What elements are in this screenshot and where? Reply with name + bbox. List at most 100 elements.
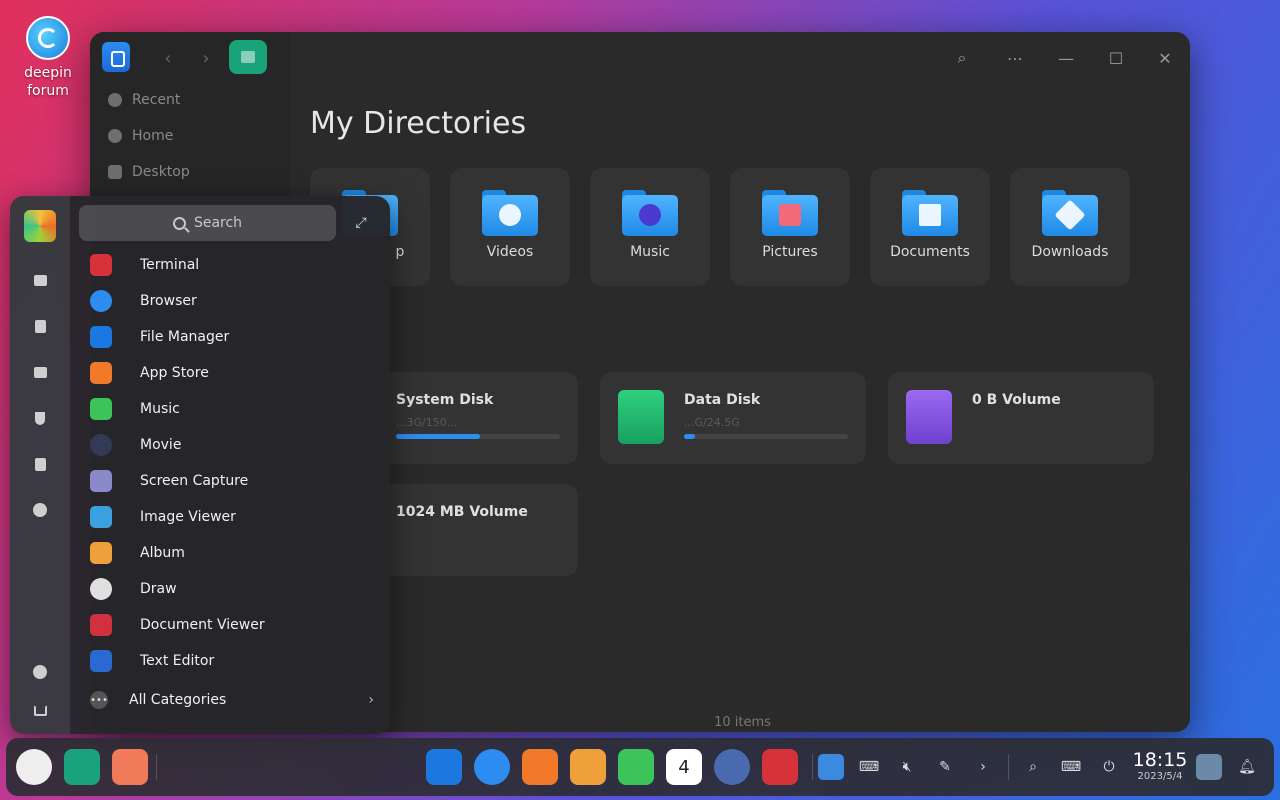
dock-separator	[1008, 754, 1009, 780]
launcher-app-document-viewer[interactable]: Document Viewer	[90, 608, 380, 642]
sidebar-item-recent[interactable]: Recent	[108, 90, 180, 110]
dock-separator	[156, 754, 157, 780]
sidebar-item-label: Recent	[132, 92, 181, 108]
dock-power-icon[interactable]: ⏻	[1096, 754, 1122, 780]
music-folder-icon	[622, 190, 678, 236]
fullscreen-expand-icon[interactable]: ⤢	[352, 214, 370, 232]
dock-album-icon[interactable]	[570, 749, 606, 785]
computer-icon[interactable]	[30, 270, 50, 290]
music-note-icon[interactable]	[30, 408, 50, 428]
data-disk-icon	[618, 390, 664, 444]
downloads-folder-icon	[1042, 190, 1098, 236]
deepin-forum-desktop-icon[interactable]: deepin forum	[18, 16, 78, 100]
browser-icon	[90, 290, 112, 312]
picture-icon[interactable]	[30, 362, 50, 382]
app-store-icon	[90, 362, 112, 384]
document-viewer-icon	[90, 614, 112, 636]
taskbar-dock: 4 ⌨ 🔇︎ ✎ › ⌕ ⌨ ⏻ 18:15 2023/5/4 🔔︎	[6, 738, 1274, 796]
power-icon[interactable]	[30, 700, 50, 720]
desktop-icon-label-line1: deepin	[24, 65, 72, 81]
album-icon	[90, 542, 112, 564]
all-categories-button[interactable]: ••• All Categories ›	[90, 686, 380, 714]
tray-expand-chevron-icon[interactable]: ›	[970, 754, 996, 780]
volume-muted-icon[interactable]: 🔇︎	[894, 754, 920, 780]
onscreen-keyboard-icon[interactable]: ⌨	[1058, 754, 1084, 780]
launcher-app-draw[interactable]: Draw	[90, 572, 380, 606]
desktop-icon-label-line2: forum	[27, 83, 69, 99]
image-viewer-icon	[90, 506, 112, 528]
desktop-icon	[108, 165, 122, 179]
sidebar-item-home[interactable]: Home	[108, 126, 173, 146]
pictures-folder-icon	[762, 190, 818, 236]
deepin-logo-icon	[26, 16, 70, 60]
dock-calendar-icon[interactable]: 4	[666, 749, 702, 785]
file-manager-app-icon	[102, 42, 130, 72]
launcher-category-rail	[10, 196, 70, 734]
video-icon[interactable]	[30, 454, 50, 474]
launcher-app-terminal[interactable]: Terminal	[90, 248, 380, 282]
file-manager-icon	[90, 326, 112, 348]
dock-separator	[812, 754, 813, 780]
launcher-button-icon[interactable]	[16, 749, 52, 785]
directory-documents[interactable]: Documents	[870, 168, 990, 286]
launcher-app-image-viewer[interactable]: Image Viewer	[90, 500, 380, 534]
disk-data[interactable]: Data Disk ...G/24.5G	[600, 372, 866, 464]
more-options-icon[interactable]: ⋯	[1003, 46, 1027, 70]
workspace-icon[interactable]	[112, 749, 148, 785]
dock-search-icon[interactable]: ⌕	[1020, 754, 1046, 780]
keyboard-tray-icon[interactable]: ⌨	[856, 754, 882, 780]
documents-folder-icon	[902, 190, 958, 236]
forward-button[interactable]: ›	[188, 42, 224, 74]
terminal-icon	[90, 254, 112, 276]
view-mode-button[interactable]	[229, 40, 267, 74]
clock-icon	[108, 93, 122, 107]
trash-icon[interactable]	[1196, 754, 1222, 780]
dock-app-store-icon[interactable]	[522, 749, 558, 785]
dock-control-center-icon[interactable]	[714, 749, 750, 785]
page-title: My Directories	[310, 106, 527, 141]
directory-music[interactable]: Music	[590, 168, 710, 286]
back-button[interactable]: ‹	[150, 42, 186, 74]
launcher-search-input[interactable]: Search	[79, 205, 336, 241]
document-icon[interactable]	[30, 316, 50, 336]
close-icon[interactable]: ✕	[1153, 46, 1177, 70]
launcher-app-file-manager[interactable]: File Manager	[90, 320, 380, 354]
home-icon	[108, 129, 122, 143]
more-icon: •••	[90, 691, 108, 709]
dock-terminal-icon[interactable]	[762, 749, 798, 785]
text-editor-icon	[90, 650, 112, 672]
screen-capture-icon	[90, 470, 112, 492]
notification-bell-icon[interactable]: 🔔︎	[1234, 754, 1260, 780]
draw-icon	[90, 578, 112, 600]
directory-pictures[interactable]: Pictures	[730, 168, 850, 286]
disk-0b-volume[interactable]: 0 B Volume	[888, 372, 1154, 464]
launcher-app-movie[interactable]: Movie	[90, 428, 380, 462]
launcher-app-app-store[interactable]: App Store	[90, 356, 380, 390]
search-icon[interactable]: ⌕	[950, 46, 974, 70]
launcher-app-text-editor[interactable]: Text Editor	[90, 644, 380, 678]
datetime-clock[interactable]: 18:15 2023/5/4	[1130, 750, 1190, 783]
download-icon[interactable]	[30, 500, 50, 520]
pen-icon[interactable]: ✎	[932, 754, 958, 780]
launcher-app-music[interactable]: Music	[90, 392, 380, 426]
disk-usage-bar	[396, 434, 560, 439]
multitasking-view-icon[interactable]	[64, 749, 100, 785]
user-avatar[interactable]	[24, 210, 56, 242]
sidebar-item-label: Home	[132, 128, 174, 144]
maximize-icon[interactable]: ☐	[1104, 46, 1128, 70]
directory-videos[interactable]: Videos	[450, 168, 570, 286]
dock-file-manager-icon[interactable]	[426, 749, 462, 785]
sidebar-item-desktop[interactable]: Desktop	[108, 162, 190, 182]
directory-downloads[interactable]: Downloads	[1010, 168, 1130, 286]
screen-capture-tray-icon[interactable]	[818, 754, 844, 780]
search-icon	[172, 216, 186, 230]
settings-icon[interactable]	[30, 662, 50, 682]
videos-folder-icon	[482, 190, 538, 236]
minimize-icon[interactable]: —	[1054, 46, 1078, 70]
usb-volume-icon	[906, 390, 952, 444]
launcher-app-browser[interactable]: Browser	[90, 284, 380, 318]
launcher-app-album[interactable]: Album	[90, 536, 380, 570]
dock-browser-icon[interactable]	[474, 749, 510, 785]
launcher-app-screen-capture[interactable]: Screen Capture	[90, 464, 380, 498]
dock-music-icon[interactable]	[618, 749, 654, 785]
